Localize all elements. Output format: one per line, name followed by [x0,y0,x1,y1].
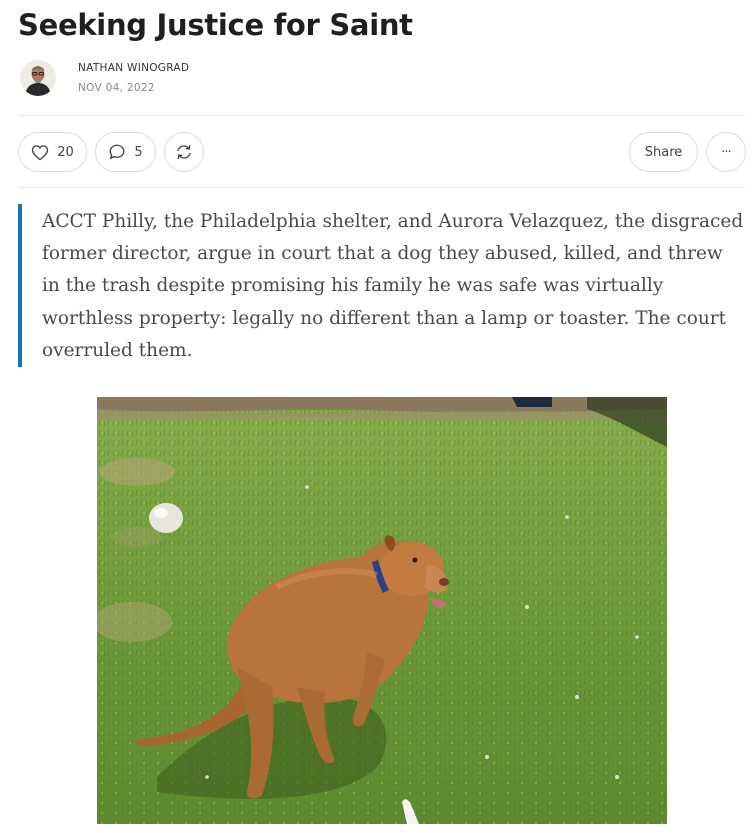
action-bar: 20 5 Share ··· [18,132,746,172]
pull-quote-text: ACCT Philly, the Philadelphia shelter, a… [42,211,744,361]
author-portrait-icon [20,60,56,96]
post-meta: NATHAN WINOGRAD NOV 04, 2022 [78,62,189,94]
more-options-button[interactable]: ··· [706,132,746,172]
ellipsis-icon: ··· [721,144,731,160]
divider-bottom [18,187,745,188]
restack-button[interactable] [164,132,204,172]
post-date: NOV 04, 2022 [78,82,155,94]
post-photo-dog[interactable] [97,397,667,824]
heart-icon [32,144,49,160]
share-button[interactable]: Share [629,132,698,172]
pull-quote: ACCT Philly, the Philadelphia shelter, a… [18,204,745,368]
author-avatar[interactable] [20,60,56,96]
byline: NATHAN WINOGRAD NOV 04, 2022 [20,60,189,96]
divider-top [18,115,745,116]
comment-button[interactable]: 5 [95,132,156,172]
comment-count: 5 [134,144,143,160]
like-count: 20 [57,144,74,160]
post-title: Seeking Justice for Saint [18,8,413,42]
share-label: Share [644,144,683,160]
restack-icon [177,144,191,160]
post-page: Seeking Justice for Saint NATHAN WINOGRA… [0,0,753,833]
comment-bubble-icon [109,144,125,160]
author-name[interactable]: NATHAN WINOGRAD [78,62,189,74]
dog-photo-image [97,397,667,824]
like-button[interactable]: 20 [18,132,87,172]
